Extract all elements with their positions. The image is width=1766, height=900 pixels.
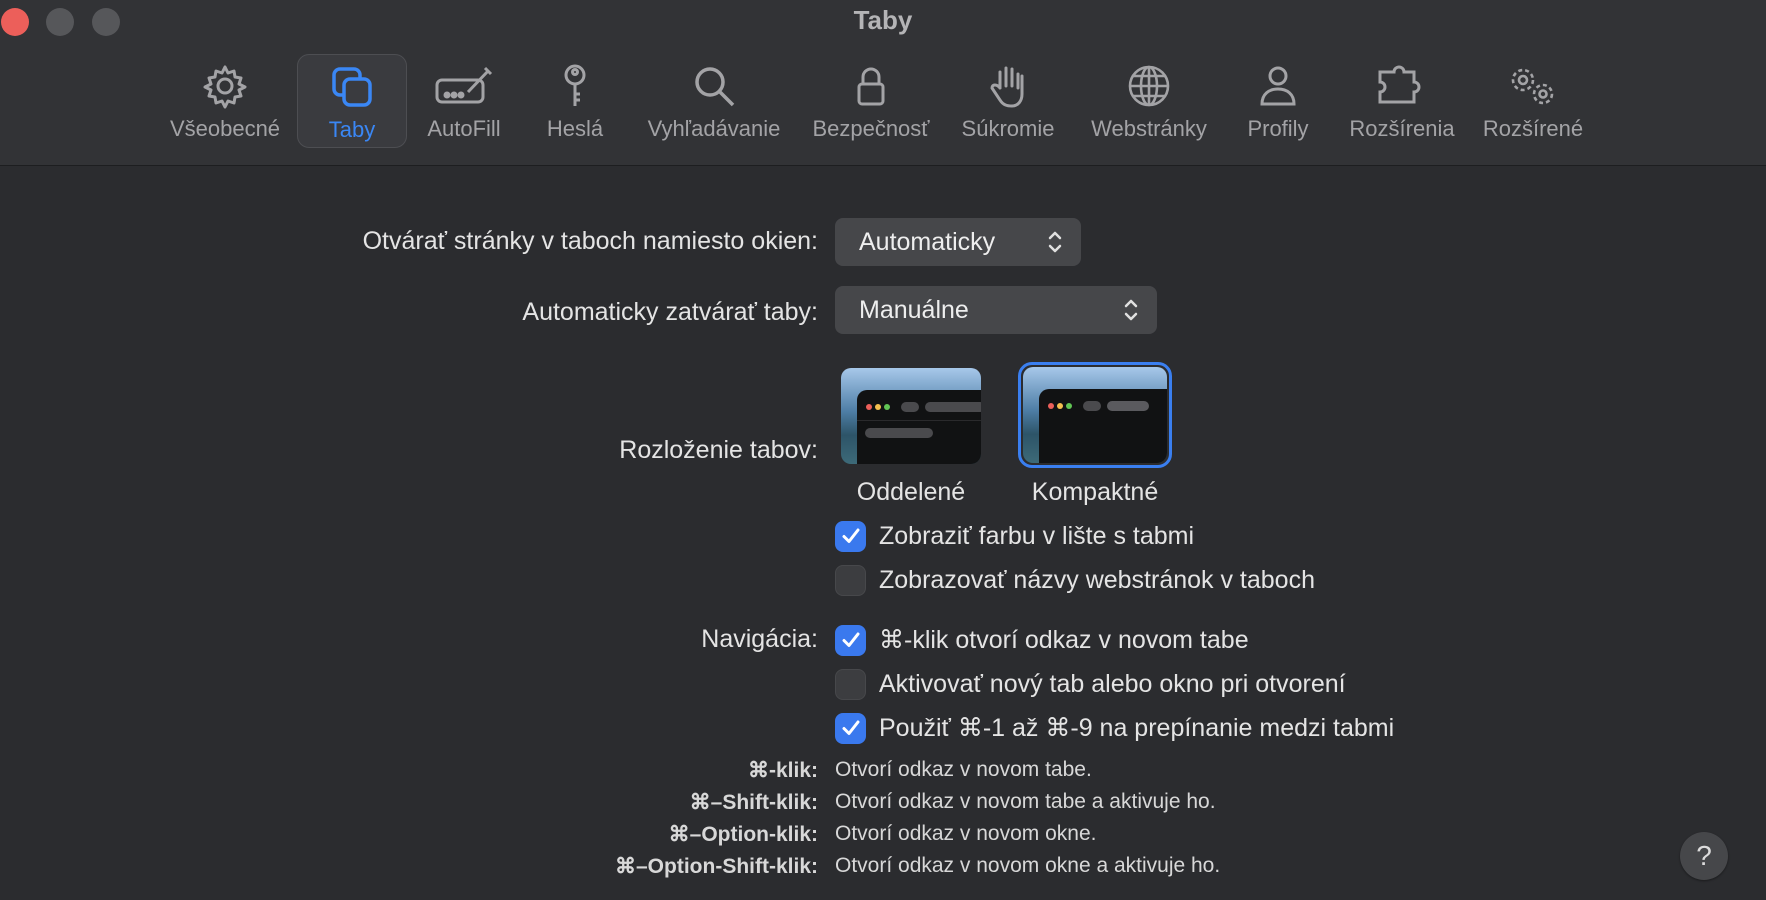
chevron-updown-icon bbox=[1124, 299, 1138, 321]
globe-icon bbox=[1128, 65, 1170, 107]
tab-general[interactable]: Všeobecné bbox=[164, 54, 286, 148]
shortcut-desc: Otvorí odkaz v novom okne a aktivuje ho. bbox=[835, 854, 1221, 877]
shortcut-desc: Otvorí odkaz v novom tabe a aktivuje ho. bbox=[835, 790, 1216, 813]
show-titles-checkbox-row[interactable]: Zobrazovať názvy webstránok v taboch bbox=[835, 564, 1315, 596]
toolbar-pill bbox=[1083, 401, 1101, 411]
navigation-label: Navigácia: bbox=[701, 625, 818, 653]
tab-websites[interactable]: Webstránky bbox=[1082, 54, 1216, 148]
puzzle-icon bbox=[1378, 65, 1421, 104]
auto-close-value: Manuálne bbox=[859, 295, 969, 324]
address-pill bbox=[925, 402, 981, 412]
layout-separate-thumbnail[interactable] bbox=[841, 368, 981, 464]
tab-search-label: Vyhľadávanie bbox=[647, 116, 781, 141]
tab-autofill[interactable]: AutoFill bbox=[418, 54, 510, 148]
help-button[interactable]: ? bbox=[1680, 832, 1728, 880]
checkmark-icon bbox=[842, 720, 859, 735]
tabs-icon bbox=[332, 67, 372, 107]
window-title: Taby bbox=[853, 5, 913, 35]
autofill-pencil-icon bbox=[435, 66, 493, 104]
tab-privacy[interactable]: Súkromie bbox=[956, 54, 1060, 148]
shortcut-key: ⌘–Option-klik: bbox=[668, 823, 818, 846]
auto-close-label: Automaticky zatvárať taby: bbox=[522, 298, 818, 326]
tab-passwords[interactable]: Heslá bbox=[540, 54, 610, 148]
dot bbox=[866, 404, 872, 410]
gears-icon bbox=[1511, 68, 1554, 105]
tab-security[interactable]: Bezpečnosť bbox=[806, 54, 936, 148]
chevron-updown-icon bbox=[1048, 231, 1062, 253]
checkmark-icon bbox=[842, 528, 859, 543]
key-icon bbox=[564, 64, 586, 106]
auto-close-popup[interactable]: Manuálne bbox=[835, 286, 1157, 334]
shortcut-key: ⌘-klik: bbox=[747, 759, 818, 782]
tab-privacy-label: Súkromie bbox=[961, 116, 1055, 141]
show-titles-checkbox[interactable] bbox=[835, 564, 866, 596]
lock-icon bbox=[857, 67, 885, 106]
tab-extensions-label: Rozšírenia bbox=[1349, 116, 1455, 141]
cmd-click-label: ⌘-klik otvorí odkaz v novom tabe bbox=[879, 626, 1249, 654]
title-bar: Taby Všeobecné Taby AutoFill Heslá Vyhľa… bbox=[0, 0, 1766, 166]
address-pill bbox=[1107, 401, 1149, 411]
activate-new-tab-checkbox[interactable] bbox=[835, 668, 866, 700]
cmd-click-checkbox[interactable] bbox=[835, 624, 866, 656]
tab-profiles-label: Profily bbox=[1247, 116, 1309, 141]
shortcut-key: ⌘–Option-Shift-klik: bbox=[615, 855, 818, 878]
dot bbox=[875, 404, 881, 410]
dot bbox=[1057, 403, 1063, 409]
tab-pill bbox=[865, 428, 933, 438]
dot bbox=[1048, 403, 1054, 409]
cmd-click-checkbox-row[interactable]: ⌘-klik otvorí odkaz v novom tabe bbox=[835, 624, 1249, 656]
tab-autofill-label: AutoFill bbox=[427, 116, 501, 141]
tab-security-label: Bezpečnosť bbox=[812, 116, 930, 141]
open-pages-value: Automaticky bbox=[859, 227, 996, 256]
tab-passwords-label: Heslá bbox=[546, 116, 604, 141]
toolbar-pill bbox=[901, 402, 919, 412]
tab-layout-label: Rozloženie tabov: bbox=[619, 436, 818, 464]
shortcut-desc: Otvorí odkaz v novom tabe. bbox=[835, 758, 1092, 781]
person-icon bbox=[1260, 66, 1296, 106]
show-titles-label: Zobrazovať názvy webstránok v taboch bbox=[879, 565, 1315, 594]
tab-general-label: Všeobecné bbox=[169, 116, 281, 141]
magnifier-icon bbox=[695, 67, 735, 107]
browser-preview bbox=[1039, 389, 1167, 463]
tab-advanced[interactable]: Rozšírené bbox=[1476, 54, 1590, 148]
tab-tabs[interactable]: Taby bbox=[297, 54, 407, 148]
dot bbox=[1066, 403, 1072, 409]
shortcut-key: ⌘–Shift-klik: bbox=[689, 791, 818, 814]
shortcut-desc: Otvorí odkaz v novom okne. bbox=[835, 822, 1097, 845]
open-pages-popup[interactable]: Automaticky bbox=[835, 218, 1081, 266]
activate-new-tab-label: Aktivovať nový tab alebo okno pri otvore… bbox=[879, 669, 1346, 698]
cmd-number-checkbox[interactable] bbox=[835, 712, 866, 744]
preferences-toolbar: Všeobecné Taby AutoFill Heslá Vyhľadávan… bbox=[0, 52, 1766, 152]
tab-tabs-label: Taby bbox=[328, 117, 376, 142]
layout-separate-label: Oddelené bbox=[856, 478, 966, 506]
browser-preview bbox=[857, 390, 981, 464]
divider bbox=[857, 420, 981, 421]
cmd-number-checkbox-row[interactable]: Použiť ⌘-1 až ⌘-9 na prepínanie medzi ta… bbox=[835, 712, 1394, 744]
tab-search[interactable]: Vyhľadávanie bbox=[642, 54, 786, 148]
tab-extensions[interactable]: Rozšírenia bbox=[1344, 54, 1460, 148]
open-pages-label: Otvárať stránky v taboch namiesto okien: bbox=[362, 227, 818, 255]
show-color-checkbox[interactable] bbox=[835, 520, 866, 552]
tab-advanced-label: Rozšírené bbox=[1482, 116, 1584, 141]
cmd-number-label: Použiť ⌘-1 až ⌘-9 na prepínanie medzi ta… bbox=[879, 714, 1395, 742]
show-color-checkbox-row[interactable]: Zobraziť farbu v lište s tabmi bbox=[835, 520, 1194, 552]
layout-compact-thumbnail[interactable] bbox=[1023, 367, 1167, 463]
layout-compact-label: Kompaktné bbox=[1031, 478, 1159, 506]
activate-new-tab-checkbox-row[interactable]: Aktivovať nový tab alebo okno pri otvore… bbox=[835, 668, 1346, 700]
checkmark-icon bbox=[842, 632, 859, 647]
tab-profiles[interactable]: Profily bbox=[1238, 54, 1318, 148]
show-color-label: Zobraziť farbu v lište s tabmi bbox=[879, 521, 1195, 550]
dot bbox=[884, 404, 890, 410]
hand-icon bbox=[990, 66, 1024, 108]
tab-websites-label: Webstránky bbox=[1091, 116, 1207, 141]
gear-icon bbox=[203, 65, 247, 109]
